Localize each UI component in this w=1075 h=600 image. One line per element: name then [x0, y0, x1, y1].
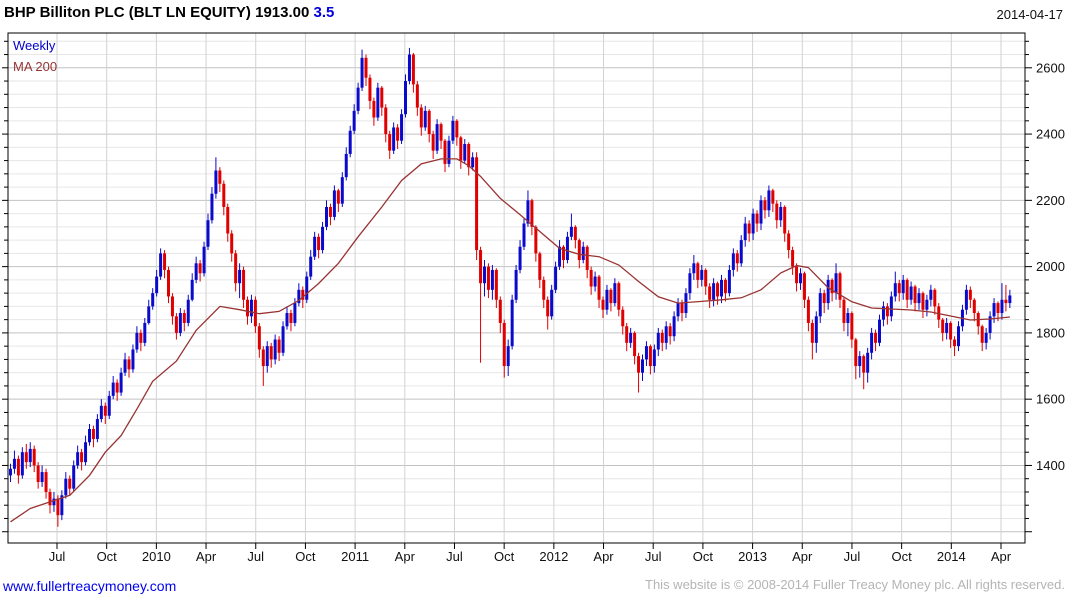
axis-labels: Jul Oct 2010 Apr Jul Oct 2011 Apr Jul Oct 2012 Apr J…	[49, 60, 1065, 564]
x-axis-label: Oct	[494, 549, 515, 564]
x-axis-label: Jul	[247, 549, 264, 564]
x-axis-label: Oct	[97, 549, 118, 564]
x-axis-label: 2013	[738, 549, 767, 564]
x-axis-label: 2011	[341, 549, 369, 564]
y-axis-label: 1800	[1036, 325, 1065, 340]
x-axis-label: Jul	[446, 549, 463, 564]
chart-legend: Weekly MA 200	[13, 35, 57, 77]
x-axis-label: Oct	[693, 549, 714, 564]
x-axis-label: Jul	[645, 549, 662, 564]
grid-vertical-lines	[56, 33, 1002, 543]
legend-ma200-label: MA 200	[13, 59, 58, 74]
x-axis-label: 2012	[539, 549, 568, 564]
legend-weekly-label: Weekly	[13, 38, 56, 53]
x-axis-label: Apr	[593, 549, 614, 564]
fullertreacymoney-link[interactable]: www.fullertreacymoney.com	[3, 578, 176, 594]
x-axis-label: 2010	[142, 549, 171, 564]
y-axis-label: 1400	[1036, 458, 1065, 473]
x-axis-label: Apr	[792, 549, 813, 564]
x-axis-label: 2014	[937, 549, 966, 564]
x-axis-label: Jul	[49, 549, 66, 564]
price-chart[interactable]: Jul Oct 2010 Apr Jul Oct 2011 Apr Jul Oct 2012 Apr J…	[0, 0, 1075, 600]
y-axis-label: 2400	[1036, 127, 1065, 142]
y-axis-label: 2000	[1036, 259, 1065, 274]
x-axis-label: Oct	[892, 549, 913, 564]
x-axis-label: Apr	[991, 549, 1012, 564]
x-axis-label: Apr	[196, 549, 217, 564]
y-axis-label: 2200	[1036, 193, 1065, 208]
copyright-text: This website is © 2008-2014 Fuller Treac…	[645, 577, 1065, 592]
y-axis-label: 1600	[1036, 392, 1065, 407]
y-axis-label: 2600	[1036, 60, 1065, 75]
candles-layer	[9, 47, 1012, 527]
x-axis-label: Oct	[295, 549, 316, 564]
x-axis-label: Jul	[844, 549, 861, 564]
x-axis-label: Apr	[395, 549, 416, 564]
